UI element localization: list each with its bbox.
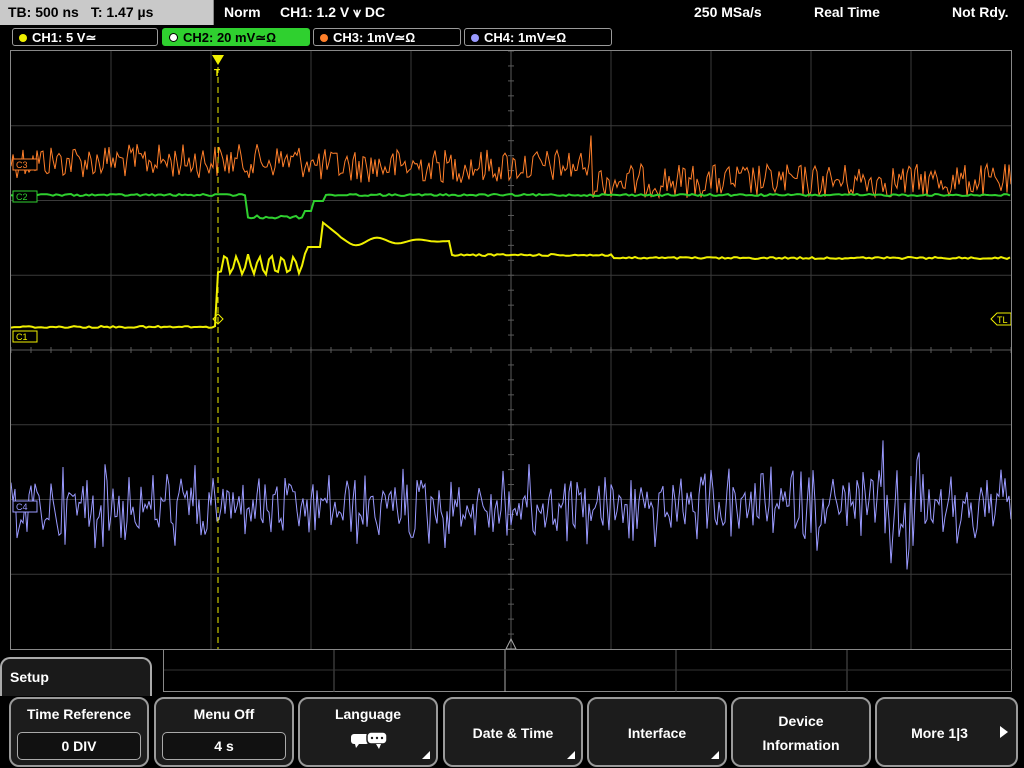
ch2-marker-label: C2 [16,192,28,202]
ch2-label: CH2: 20 mV≃Ω [183,30,277,45]
ch4-marker-label: C4 [16,502,28,512]
ch2-dot-icon [169,33,178,42]
timebase-box[interactable]: TB: 500 ns T: 1.47 µs [0,0,214,25]
time-reference-button[interactable]: Time Reference 0 DIV [9,697,149,767]
ch3-dot-icon [320,34,328,42]
acquisition-state: Not Rdy. [952,4,1009,20]
waveform-canvas: T C3 C2 C1 C4 TL [11,51,1011,649]
menu-off-label: Menu Off [193,706,255,722]
device-information-label-1: Device [778,713,824,729]
channel-tab-ch1[interactable]: CH1: 5 V≃ [12,28,158,46]
setup-label: Setup [10,669,49,685]
submenu-corner-icon [422,751,430,759]
ch3-label: CH3: 1mV≃Ω [333,30,416,45]
ch1-marker-label: C1 [16,332,28,342]
device-information-label-2: Information [762,737,840,753]
trigger-time-value: T: 1.47 µs [90,4,154,20]
time-reference-label: Time Reference [26,706,131,722]
setup-tab[interactable]: Setup [0,657,152,699]
submenu-corner-icon [711,751,719,759]
timebase-value: TB: 500 ns [8,4,79,20]
menu-off-value: 4 s [162,732,286,760]
language-button[interactable]: Language [298,697,438,767]
interface-button[interactable]: Interface [587,697,727,767]
trigger-info[interactable]: CH1: 1.2 V ⩛ DC [280,0,385,25]
time-reference-value: 0 DIV [17,732,141,760]
more-label: More 1|3 [911,725,968,741]
more-button[interactable]: More 1|3 [875,697,1018,767]
date-time-button[interactable]: Date & Time [443,697,583,767]
ch1-dot-icon [19,34,27,42]
language-label: Language [334,706,402,722]
ch1-label: CH1: 5 V≃ [32,30,97,45]
ch1-marker[interactable]: C1 [12,330,38,343]
trigger-position-label: T [214,68,220,79]
waveform-display[interactable]: T C3 C2 C1 C4 TL [10,50,1012,650]
channel-tab-ch4[interactable]: CH4: 1mV≃Ω [464,28,612,46]
zoom-strip-canvas [164,650,1013,692]
menu-off-button[interactable]: Menu Off 4 s [154,697,294,767]
channel-tab-ch3[interactable]: CH3: 1mV≃Ω [313,28,461,46]
speech-bubbles-icon [351,731,388,749]
channel-tab-ch2[interactable]: CH2: 20 mV≃Ω [162,28,310,46]
sample-rate: 250 MSa/s [694,4,762,20]
trigger-level-label: TL [997,315,1008,325]
ch4-label: CH4: 1mV≃Ω [484,30,567,45]
acquisition-mode: Real Time [814,4,880,20]
interface-label: Interface [627,725,687,741]
device-information-button[interactable]: Device Information [731,697,871,767]
date-time-label: Date & Time [472,725,554,741]
zoom-strip [163,650,1013,692]
gridlines [11,51,1011,649]
next-page-arrow-icon [1000,726,1008,738]
ch3-marker[interactable]: C3 [12,158,38,171]
ch3-marker-label: C3 [16,160,28,170]
trigger-mode[interactable]: Norm [224,0,261,25]
ch2-marker[interactable]: C2 [12,190,38,203]
trigger-level-marker[interactable]: TL [990,312,1011,326]
ch4-dot-icon [471,34,479,42]
submenu-corner-icon [567,751,575,759]
ch4-marker[interactable]: C4 [12,500,38,513]
